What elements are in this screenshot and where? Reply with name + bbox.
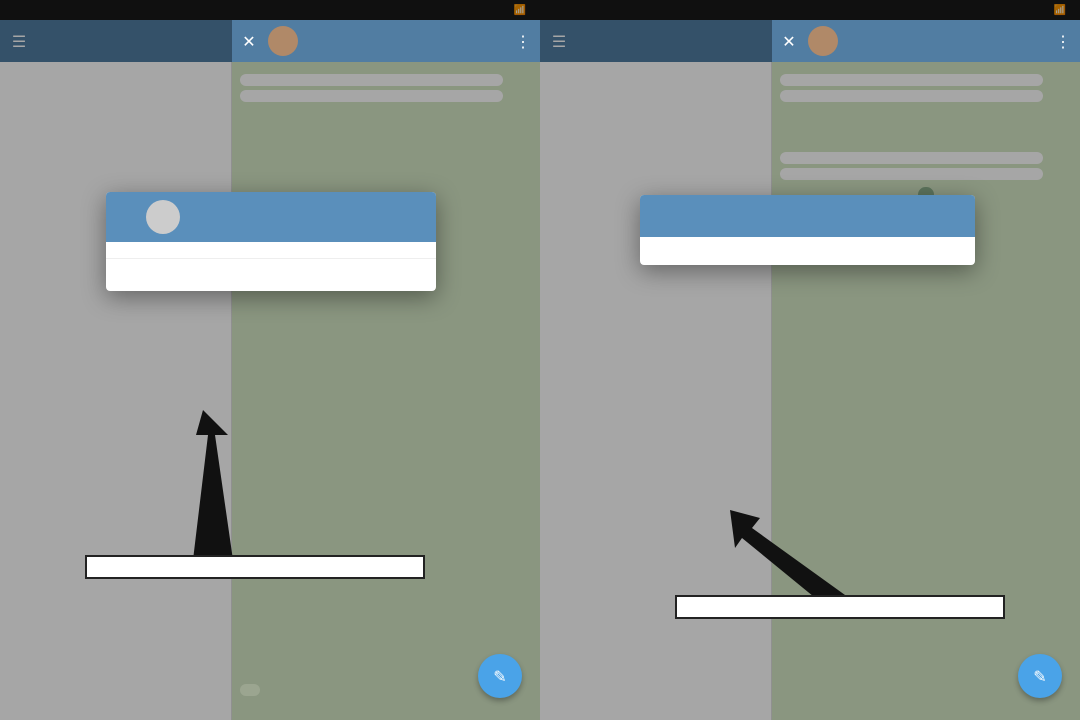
chat-header: ✕ ⋮ — [772, 20, 1080, 62]
close-icon[interactable]: ✕ — [240, 32, 258, 50]
compose-fab[interactable]: ✎ — [478, 654, 522, 698]
more-icon[interactable]: ⋮ — [514, 32, 532, 50]
avatar[interactable] — [808, 26, 838, 56]
arrow-annotation — [178, 410, 258, 560]
scrim — [0, 0, 540, 720]
callout-2 — [675, 595, 1005, 619]
chat-settings-dialog — [640, 195, 975, 265]
compose-fab[interactable]: ✎ — [1018, 654, 1062, 698]
avatar — [146, 200, 180, 234]
stickers-and-masks[interactable] — [640, 237, 975, 265]
avatar[interactable] — [268, 26, 298, 56]
close-icon[interactable]: ✕ — [780, 32, 798, 50]
callout-1 — [85, 555, 425, 579]
chat-header: ✕ ⋮ — [232, 20, 540, 62]
more-icon[interactable]: ⋮ — [1054, 32, 1072, 50]
back-icon[interactable] — [654, 207, 672, 225]
more-icon[interactable] — [406, 208, 424, 226]
back-icon[interactable] — [118, 208, 136, 226]
settings-dialog — [106, 192, 436, 291]
